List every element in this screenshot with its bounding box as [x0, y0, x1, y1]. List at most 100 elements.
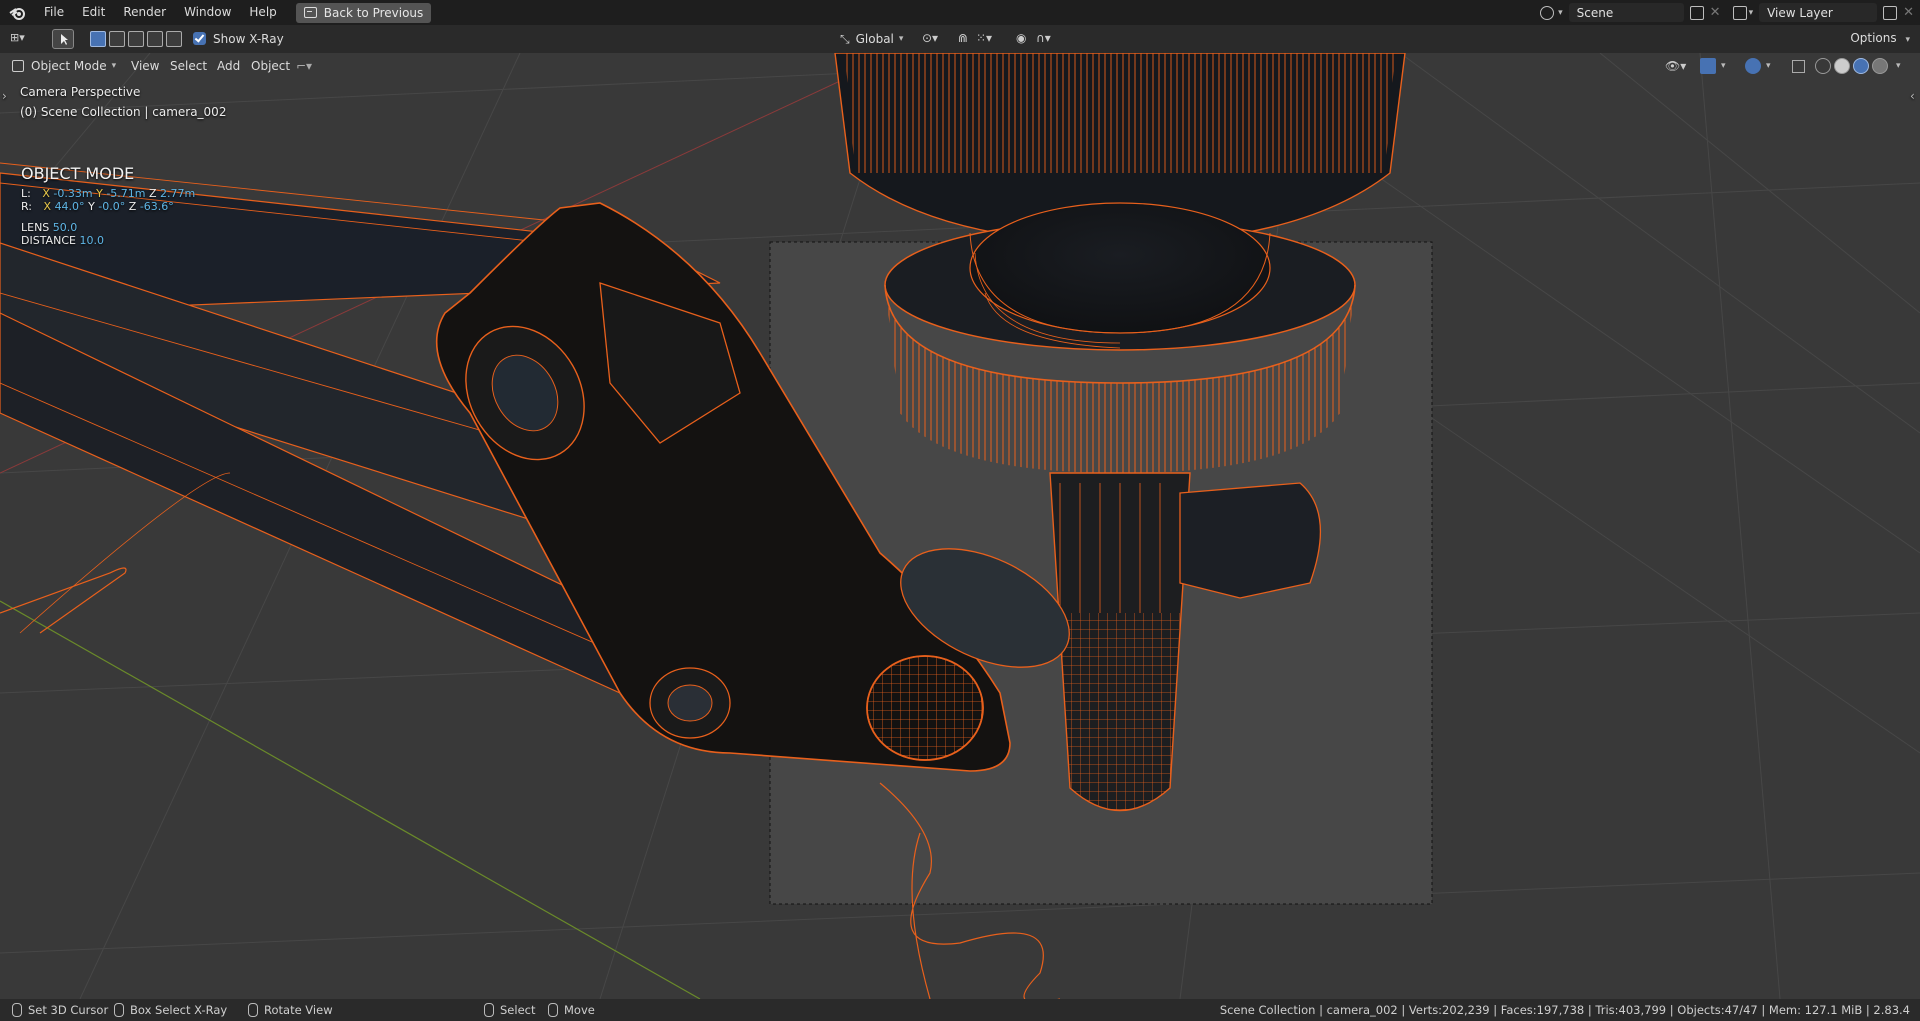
options-dropdown[interactable]: Options ▾: [1850, 31, 1910, 45]
menu-file[interactable]: File: [35, 0, 73, 25]
select-extend-icon[interactable]: [109, 31, 125, 47]
snap-target-icon[interactable]: ⁙▾: [976, 31, 992, 45]
status-select-label: Select: [500, 1003, 536, 1017]
new-scene-icon[interactable]: [1689, 5, 1704, 20]
object-mode-title: OBJECT MODE: [21, 164, 135, 183]
solid-shading-icon[interactable]: [1834, 58, 1850, 74]
status-set-cursor-label: Set 3D Cursor: [28, 1003, 109, 1017]
loc-z-label: Z: [149, 187, 157, 200]
rendered-shading-icon[interactable]: [1872, 58, 1888, 74]
lens-readout: LENS 50.0: [21, 221, 77, 234]
status-box-select-label: Box Select X-Ray: [130, 1003, 228, 1017]
rot-y-label: Y: [88, 200, 95, 213]
scene-name-field[interactable]: Scene: [1568, 3, 1684, 22]
editor-type-icon[interactable]: ⊞▾: [10, 31, 36, 47]
new-view-layer-icon[interactable]: [1883, 5, 1898, 20]
delete-view-layer-icon[interactable]: ✕: [1903, 5, 1914, 20]
viewport-header: Object Mode ▾ View Select Add Object ⌐▾ …: [0, 53, 1920, 77]
mode-chevron-icon: ▾: [111, 61, 117, 71]
wireframe-shading-icon[interactable]: [1815, 58, 1831, 74]
material-shading-icon[interactable]: [1853, 58, 1869, 74]
loc-y-value: -5.71m: [106, 187, 146, 200]
view-layer-name: View Layer: [1767, 5, 1833, 20]
menu-view[interactable]: View: [131, 56, 159, 76]
distance-label: DISTANCE: [21, 234, 76, 247]
scene-name: Scene: [1576, 5, 1614, 20]
status-select: Select: [484, 1003, 535, 1017]
loc-y-label: Y: [96, 187, 103, 200]
delete-scene-icon[interactable]: ✕: [1710, 5, 1721, 20]
xray-toggle-icon[interactable]: [1792, 56, 1805, 76]
rot-y-value: -0.0°: [98, 200, 126, 213]
location-label: L:: [21, 187, 31, 200]
lens-label: LENS: [21, 221, 50, 234]
view-layer-field[interactable]: View Layer: [1759, 3, 1878, 22]
transform-orientation-dropdown[interactable]: ⤡ Global ▾: [836, 29, 907, 49]
rot-z-value: -63.6°: [139, 200, 174, 213]
view-layer-icon[interactable]: [1732, 5, 1747, 20]
rotation-readout: R: X 44.0° Y -0.0° Z -63.6°: [21, 200, 174, 213]
lens-value: 50.0: [52, 221, 78, 234]
snap-magnet-icon[interactable]: ⋒: [958, 31, 968, 45]
orientation-value: Global: [855, 32, 894, 46]
pivot-point-icon[interactable]: ⊙▾: [922, 31, 938, 45]
shaft-mesh: [1049, 472, 1191, 812]
select-invert-icon[interactable]: [147, 31, 163, 47]
chevron-down-icon: ▾: [898, 34, 904, 44]
back-to-previous-button[interactable]: Back to Previous: [295, 2, 432, 23]
select-intersect-icon[interactable]: [166, 31, 182, 47]
loc-x-label: X: [42, 187, 50, 200]
gizmo-toggle-icon[interactable]: ⌐▾: [296, 56, 312, 76]
tool-header: ⊞▾ Show X-Ray ⤡ Global ▾ ⊙▾ ⋒ ⁙▾ ◉ ∩▾ Op…: [0, 25, 1920, 53]
status-set-cursor: Set 3D Cursor: [12, 1003, 108, 1017]
knob-mesh: [834, 53, 1406, 473]
view-layer-dropdown-icon[interactable]: ▾: [1749, 8, 1754, 18]
back-screen-icon: [303, 7, 317, 18]
location-readout: L: X -0.33m Y -5.71m Z 2.77m: [21, 187, 195, 200]
mouse-move-icon: [548, 1003, 558, 1017]
viewport-scene: [0, 53, 1920, 999]
distance-readout: DISTANCE 10.0: [21, 234, 104, 247]
selection-mode-group: [90, 31, 182, 47]
scene-icon[interactable]: [1540, 5, 1555, 20]
gizmo-icon[interactable]: ▾: [1700, 56, 1726, 76]
status-rotate-view: Rotate View: [248, 1003, 333, 1017]
mode-dropdown[interactable]: Object Mode ▾: [12, 56, 116, 76]
options-label: Options: [1850, 31, 1897, 45]
show-xray-checkbox[interactable]: [193, 32, 206, 45]
mouse-middle-icon: [248, 1003, 258, 1017]
blender-logo-icon[interactable]: [9, 4, 27, 22]
menu-object[interactable]: Object: [251, 56, 290, 76]
falloff-curve-icon[interactable]: ∩▾: [1036, 31, 1051, 45]
3d-viewport[interactable]: Camera Perspective (0) Scene Collection …: [0, 53, 1920, 999]
loc-z-value: 2.77m: [160, 187, 196, 200]
select-subtract-icon[interactable]: [128, 31, 144, 47]
rot-x-label: X: [43, 200, 52, 213]
orientation-icon: ⤡: [840, 31, 850, 46]
sidebar-expand-icon[interactable]: ‹: [1910, 89, 1915, 103]
workspace-selectors: ▾ Scene ✕ ▾ View Layer ✕: [1540, 0, 1920, 25]
select-new-icon[interactable]: [90, 31, 106, 47]
scene-dropdown-icon[interactable]: ▾: [1558, 8, 1563, 18]
shading-chevron-icon[interactable]: ▾: [1896, 61, 1901, 71]
options-chevron-icon: ▾: [1905, 35, 1910, 45]
menu-edit[interactable]: Edit: [73, 0, 114, 25]
menu-help[interactable]: Help: [240, 0, 285, 25]
visibility-icon[interactable]: 👁▾: [1665, 56, 1686, 76]
mouse-drag-icon: [114, 1003, 124, 1017]
menu-add[interactable]: Add: [217, 56, 240, 76]
menu-render[interactable]: Render: [114, 0, 175, 25]
status-bar: Set 3D Cursor Box Select X-Ray Rotate Vi…: [0, 999, 1920, 1021]
status-box-select: Box Select X-Ray: [114, 1003, 227, 1017]
menu-select[interactable]: Select: [170, 56, 207, 76]
handle-mesh: [1179, 482, 1321, 599]
select-tool-icon[interactable]: [52, 29, 74, 49]
toolbar-expand-icon[interactable]: ›: [2, 89, 7, 103]
left-clip-mesh: [0, 567, 127, 634]
object-mode-icon: [12, 60, 24, 72]
overlays-icon[interactable]: ▾: [1745, 56, 1771, 76]
mode-value: Object Mode: [31, 59, 107, 73]
menu-window[interactable]: Window: [175, 0, 240, 25]
rot-x-value: 44.0°: [54, 200, 85, 213]
proportional-edit-icon[interactable]: ◉: [1016, 31, 1026, 45]
